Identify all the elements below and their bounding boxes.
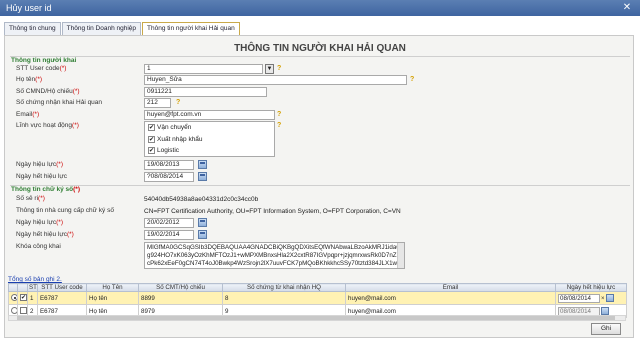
public-key-text: MIGfMA0GCSqGSIb3DQEBAQUAA4GNADCBiQKBgQDX… bbox=[147, 244, 402, 267]
serial-value: 54040db54938a8ae04331d2c0c34cc0b bbox=[144, 196, 259, 203]
fields-of-activity-label: Lĩnh vực hoạt động(*) bbox=[16, 122, 79, 129]
calendar-icon[interactable] bbox=[605, 293, 614, 302]
page-title: THÔNG TIN NGƯỜI KHAI HẢI QUAN bbox=[234, 43, 406, 54]
provider-label: Thông tin nhà cung cấp chữ ký số bbox=[16, 207, 114, 214]
calendar-icon[interactable] bbox=[198, 230, 207, 239]
column-header[interactable]: Số CMT/Hộ chiếu bbox=[138, 283, 223, 292]
signature-section-divider bbox=[10, 185, 630, 186]
declarant-section-divider bbox=[10, 56, 630, 57]
tab-customs-declarant-info[interactable]: Thông tin người khai Hải quan bbox=[142, 22, 240, 36]
clear-icon[interactable]: × bbox=[601, 296, 605, 302]
column-header[interactable]: STT bbox=[27, 283, 38, 292]
help-icon[interactable]: ? bbox=[277, 122, 284, 130]
close-icon[interactable]: ✕ bbox=[620, 1, 634, 15]
calendar-icon[interactable] bbox=[198, 218, 207, 227]
signature-section-title: Thông tin chữ ký số(*) bbox=[11, 186, 80, 193]
cell-user-code: E6787 bbox=[37, 291, 87, 305]
calendar-icon[interactable] bbox=[198, 160, 207, 169]
tab-enterprise-info[interactable]: Thông tin Doanh nghiệp bbox=[61, 22, 142, 35]
user-grid: STT STT User code Họ Tên Số CMT/Hộ chiếu… bbox=[8, 283, 627, 318]
effective-date-field[interactable]: 19/08/2013 bbox=[144, 160, 194, 170]
full-name-field[interactable]: Huyen_Sửa bbox=[144, 75, 407, 85]
tab-bar: Thông tin chung Thông tin Doanh nghiệp T… bbox=[4, 22, 241, 36]
full-name-label: Họ tên(*) bbox=[16, 76, 43, 83]
row-radio-cell[interactable] bbox=[8, 291, 18, 305]
row-radio[interactable] bbox=[11, 294, 17, 302]
help-icon[interactable]: ? bbox=[176, 99, 183, 107]
public-key-label: Khóa công khai bbox=[16, 243, 61, 250]
grid-header-row: STT STT User code Họ Tên Số CMT/Hộ chiếu… bbox=[8, 283, 627, 292]
save-button[interactable]: Ghi bbox=[591, 323, 621, 335]
row-checkbox-cell[interactable]: ✔ bbox=[17, 291, 28, 305]
column-header bbox=[17, 283, 28, 292]
row-checkbox[interactable] bbox=[20, 307, 27, 315]
expiry-date-label: Ngày hết hiệu lực bbox=[16, 173, 67, 180]
record-count: Tổng số bản ghi 2. bbox=[8, 276, 62, 283]
column-header[interactable]: STT User code bbox=[37, 283, 87, 292]
cell-stt: 1 bbox=[27, 291, 38, 305]
provider-value: CN=FPT Certification Authority, OU=FPT I… bbox=[144, 208, 401, 215]
scrollbar-thumb[interactable] bbox=[17, 316, 615, 320]
email-label: Email(*) bbox=[16, 111, 40, 118]
id-number-label: Số CMND/Hộ chiếu(*) bbox=[16, 88, 80, 95]
chevron-down-icon[interactable]: ▼ bbox=[265, 64, 274, 74]
expiry-date-field[interactable]: ?08/08/2014 bbox=[144, 172, 194, 182]
cell-email: huyen@mail.com bbox=[345, 291, 556, 305]
checkbox-xuat-nhap-khau[interactable]: ✔ bbox=[148, 136, 155, 143]
declarant-section-title: Thông tin người khai bbox=[11, 57, 77, 64]
checkbox-van-chuyen[interactable]: ✔ bbox=[148, 124, 155, 131]
sig-effective-date-field[interactable]: 20/02/2012 bbox=[144, 218, 194, 228]
row-expiry-input[interactable]: 08/08/2014 bbox=[558, 293, 600, 303]
form-panel: THÔNG TIN NGƯỜI KHAI HẢI QUAN Thông tin … bbox=[4, 35, 634, 338]
stt-user-code-label: STT User code(*) bbox=[16, 65, 67, 72]
textarea-scrollbar[interactable] bbox=[397, 243, 404, 268]
stt-user-code-select[interactable]: 1 bbox=[144, 64, 263, 74]
sig-expiry-date-label: Ngày hết hiệu lực(*) bbox=[16, 231, 74, 238]
help-icon[interactable]: ? bbox=[277, 65, 284, 73]
row-checkbox[interactable]: ✔ bbox=[20, 294, 27, 302]
checkbox-label: Xuất nhập khẩu bbox=[157, 136, 203, 143]
email-field[interactable]: huyen@fpt.com.vn bbox=[144, 110, 275, 120]
id-number-field[interactable]: 0911221 bbox=[144, 87, 267, 97]
public-key-textarea[interactable]: MIGfMA0GCSqGSIb3DQEBAQUAA4GNADCBiQKBgQDX… bbox=[144, 242, 405, 269]
column-header[interactable]: Email bbox=[345, 283, 556, 292]
window-title: Hủy user id bbox=[6, 3, 52, 13]
checkbox-logistic[interactable]: ✔ bbox=[148, 147, 155, 154]
serial-label: Số sê ri(*) bbox=[16, 195, 45, 202]
table-row[interactable]: ✔ 1 E6787 Họ tên 8899 8 huyen@mail.com 0… bbox=[8, 291, 627, 305]
help-icon[interactable]: ? bbox=[277, 111, 284, 119]
help-icon[interactable]: ? bbox=[410, 76, 417, 84]
checkbox-label: Logistic bbox=[157, 147, 180, 154]
window-titlebar: Hủy user id ✕ bbox=[0, 0, 640, 16]
customs-cert-number-field[interactable]: 212 bbox=[144, 98, 171, 108]
cell-name: Họ tên bbox=[86, 291, 139, 305]
column-header[interactable]: Họ Tên bbox=[86, 283, 139, 292]
column-header bbox=[8, 283, 18, 292]
customs-cert-number-label: Số chứng nhận khai Hải quan bbox=[16, 99, 103, 106]
checkbox-label: Vận chuyển bbox=[157, 124, 192, 131]
grid-horizontal-scrollbar[interactable] bbox=[8, 315, 626, 321]
effective-date-label: Ngày hiệu lực(*) bbox=[16, 161, 63, 168]
cell-doc-number: 8 bbox=[222, 291, 346, 305]
cell-expiry[interactable]: 08/08/2014 × bbox=[555, 291, 627, 305]
sig-effective-date-label: Ngày hiệu lực(*) bbox=[16, 219, 63, 226]
calendar-icon[interactable] bbox=[198, 172, 207, 181]
cell-id-number: 8899 bbox=[138, 291, 223, 305]
column-header[interactable]: Số chứng từ khai nhận HQ bbox=[222, 283, 346, 292]
column-header[interactable]: Ngày hết hiệu lực bbox=[555, 283, 627, 292]
calendar-icon bbox=[601, 306, 609, 315]
sig-expiry-date-field[interactable]: 19/02/2014 bbox=[144, 230, 194, 240]
tab-general-info[interactable]: Thông tin chung bbox=[4, 22, 61, 35]
row-radio[interactable] bbox=[11, 307, 17, 315]
